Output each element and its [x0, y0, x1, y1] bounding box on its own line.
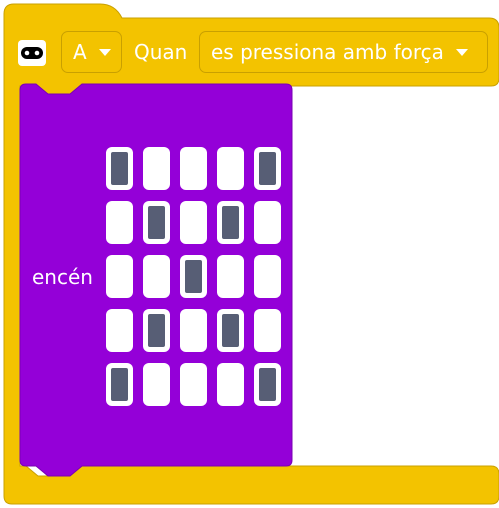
- led-cell[interactable]: [106, 147, 133, 190]
- led-cell[interactable]: [254, 201, 281, 244]
- led-cell[interactable]: [180, 309, 207, 352]
- led-cell[interactable]: [106, 255, 133, 298]
- led-cell[interactable]: [217, 255, 244, 298]
- led-cell[interactable]: [254, 363, 281, 406]
- led-cell[interactable]: [106, 201, 133, 244]
- display-label: encén: [32, 265, 93, 289]
- led-cell[interactable]: [180, 147, 207, 190]
- led-cell[interactable]: [217, 363, 244, 406]
- led-cell[interactable]: [180, 201, 207, 244]
- led-cell[interactable]: [106, 363, 133, 406]
- led-cell[interactable]: [143, 147, 170, 190]
- led-cell[interactable]: [180, 255, 207, 298]
- led-cell[interactable]: [143, 309, 170, 352]
- led-cell[interactable]: [143, 201, 170, 244]
- led-cell[interactable]: [217, 309, 244, 352]
- led-cell[interactable]: [217, 147, 244, 190]
- led-cell[interactable]: [143, 363, 170, 406]
- led-matrix[interactable]: [106, 147, 282, 406]
- led-cell[interactable]: [180, 363, 207, 406]
- led-cell[interactable]: [217, 201, 244, 244]
- led-cell[interactable]: [254, 147, 281, 190]
- led-cell[interactable]: [106, 309, 133, 352]
- led-cell[interactable]: [254, 309, 281, 352]
- led-cell[interactable]: [254, 255, 281, 298]
- led-cell[interactable]: [143, 255, 170, 298]
